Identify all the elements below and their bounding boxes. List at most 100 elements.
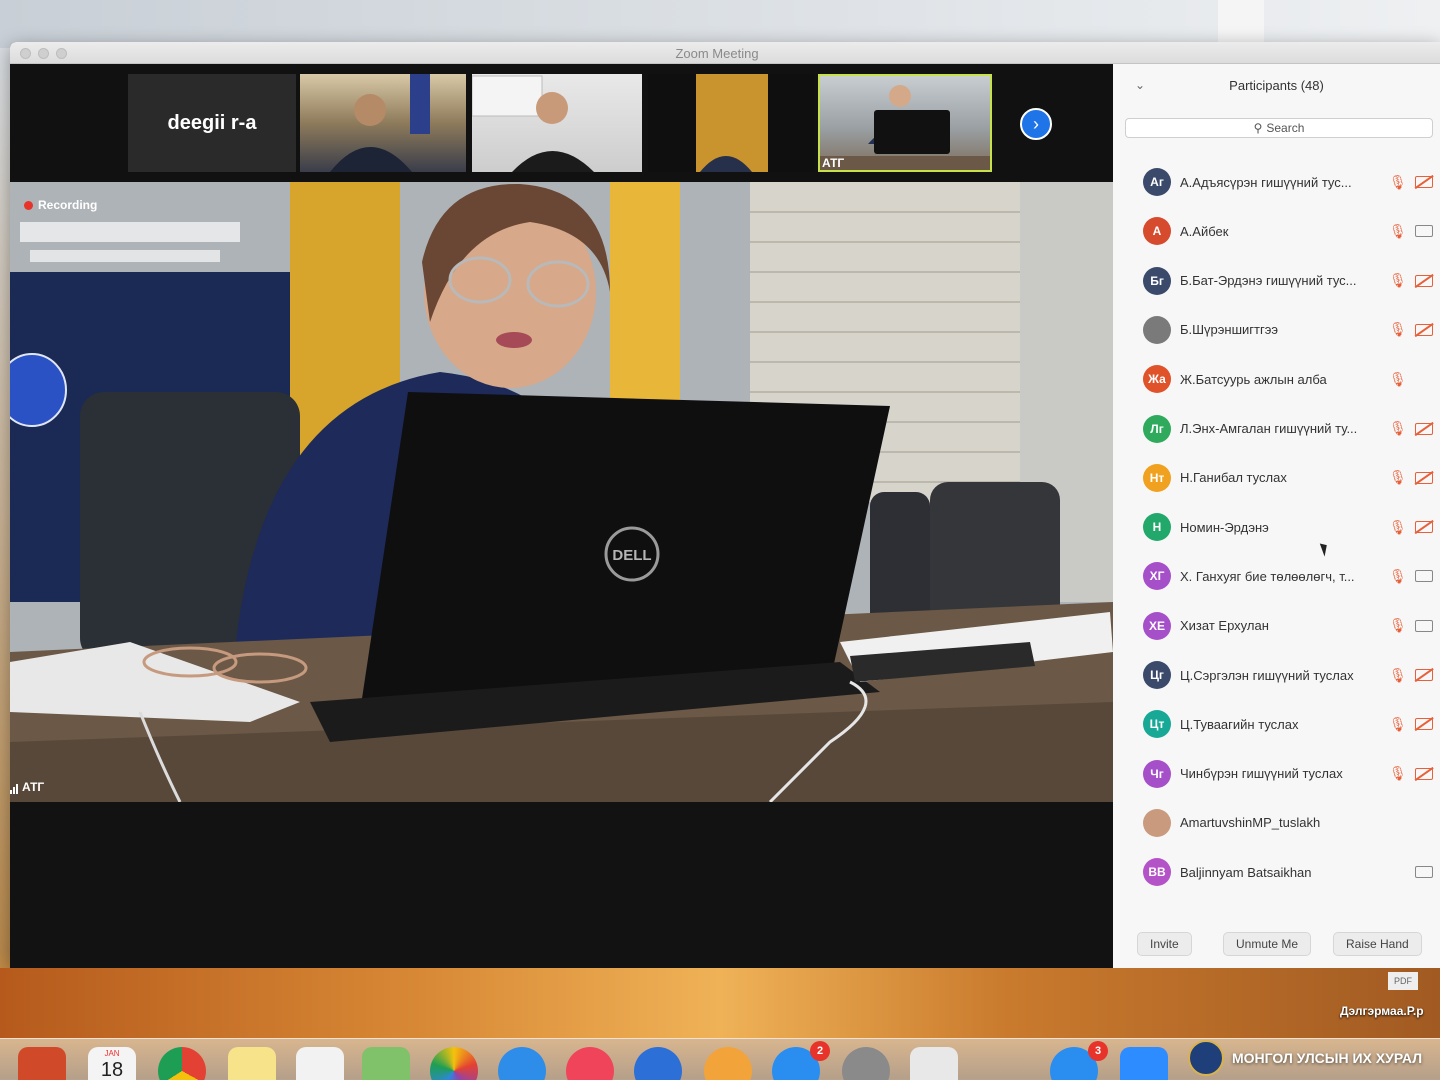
participant-row[interactable]: Аг А.Адъясүрэн гишүүний тус... 🎙	[1113, 160, 1440, 204]
speaker-label: АТГ	[22, 780, 45, 794]
notification-badge: 3	[1088, 1041, 1108, 1061]
mic-muted-icon: 🎙	[1389, 272, 1407, 289]
avatar	[1143, 315, 1171, 344]
participant-row[interactable]: ХЕ Хизат Ерхулан 🎙	[1113, 604, 1440, 648]
thumbnail-label: АТГ	[822, 156, 845, 170]
desktop-file-label[interactable]: Дэлгэрмаа.Р.р	[1340, 1004, 1424, 1018]
participant-name: Ц.Сэргэлэн гишүүний туслах	[1180, 667, 1354, 683]
avatar: Н	[1143, 513, 1171, 542]
thumbnail-video[interactable]	[472, 74, 642, 172]
participant-name: AmartuvshinMP_tuslakh	[1180, 815, 1321, 831]
books-icon[interactable]	[704, 1047, 752, 1080]
parliament-seal-icon	[1188, 1040, 1224, 1076]
desktop-paper	[1218, 0, 1264, 46]
next-page-button[interactable]: ›	[1020, 108, 1052, 140]
participant-name: Х. Ганхуяг бие төлөөлөгч, т...	[1180, 568, 1355, 584]
participant-row[interactable]: А А.Айбек 🎙	[1113, 209, 1440, 253]
app-store-icon[interactable]: 2	[772, 1041, 830, 1080]
invite-button[interactable]: Invite	[1137, 932, 1192, 956]
camera-icon	[1415, 570, 1433, 583]
main-speaker-video[interactable]: DELL Recording АТГ	[10, 182, 1113, 802]
participant-name: Б.Шүрэншигтгээ	[1180, 322, 1278, 338]
participant-name: Ц.Туваагийн туслах	[1180, 716, 1299, 732]
avatar: Аг	[1143, 168, 1171, 196]
mic-muted-icon: 🎙	[1389, 567, 1407, 584]
thumbnail-video-active[interactable]: АТГ	[818, 74, 992, 172]
avatar: Жа	[1143, 365, 1171, 394]
participant-name: Хизат Ерхулан	[1180, 618, 1269, 634]
mic-muted-icon: 🎙	[1389, 617, 1407, 634]
participant-row[interactable]: BB Baljinnyam Batsaikhan	[1113, 850, 1440, 894]
avatar: Цт	[1143, 710, 1171, 739]
mic-muted-icon: 🎙	[1389, 765, 1407, 782]
safari-icon[interactable]	[498, 1047, 546, 1080]
photos-icon[interactable]	[430, 1047, 478, 1080]
thumbnail-video[interactable]	[300, 74, 466, 172]
camera-off-icon	[1415, 521, 1433, 534]
participant-name: Б.Бат-Эрдэнэ гишүүний тус...	[1180, 273, 1357, 289]
chrome-icon[interactable]	[158, 1047, 206, 1080]
mic-muted-icon: 🎙	[1389, 222, 1407, 239]
mic-muted-icon: 🎙	[1389, 173, 1407, 190]
participant-row[interactable]: Б.Шүрэншигтгээ 🎙	[1113, 308, 1440, 352]
calendar-icon[interactable]: JAN 18	[88, 1047, 136, 1080]
participant-name: Л.Энх-Амгалан гишүүний ту...	[1180, 421, 1358, 436]
watermark: МОНГОЛ УЛСЫН ИХ ХУРАЛ	[1188, 1040, 1422, 1076]
thumbnail-name-tile[interactable]: deegii r-a	[128, 74, 296, 172]
reminders-icon[interactable]	[296, 1047, 344, 1080]
participant-row[interactable]: Нт Н.Ганибал туслах 🎙	[1113, 456, 1440, 500]
participant-row[interactable]: Жа Ж.Батсуурь ажлын алба 🎙	[1113, 357, 1440, 401]
camera-icon	[1415, 619, 1433, 632]
avatar: BB	[1143, 858, 1171, 887]
messages-icon[interactable]: 3	[1050, 1041, 1108, 1080]
participant-name: Н.Ганибал туслах	[1180, 470, 1287, 486]
participant-row[interactable]: Чг Чинбүрэн гишүүний туслах 🎙	[1113, 752, 1440, 796]
participants-header: ⌄ Participants (48)	[1113, 64, 1440, 110]
participant-name: Чинбүрэн гишүүний туслах	[1180, 766, 1343, 782]
participant-name: Baljinnyam Batsaikhan	[1180, 864, 1312, 880]
camera-icon	[1415, 866, 1433, 879]
mic-muted-icon: 🎙	[1389, 321, 1407, 338]
participant-name: А.Адъясүрэн гишүүний тус...	[1180, 174, 1352, 190]
participants-footer: Invite Unmute Me Raise Hand	[1113, 922, 1440, 968]
calculator-sigma-icon[interactable]	[634, 1047, 682, 1080]
participant-row[interactable]: Н Номин-Эрдэнэ 🎙	[1113, 505, 1440, 549]
watermark-text: МОНГОЛ УЛСЫН ИХ ХУРАЛ	[1232, 1050, 1423, 1066]
maps-icon[interactable]	[362, 1047, 410, 1080]
powerpoint-icon[interactable]	[18, 1047, 66, 1080]
title-bar[interactable]: Zoom Meeting	[10, 42, 1440, 64]
search-label: Search	[1266, 121, 1305, 135]
participants-list[interactable]: Аг А.Адъясүрэн гишүүний тус... 🎙 А А.Айбек 🎙 Б…	[1113, 142, 1440, 916]
thumbnail-video[interactable]	[648, 74, 814, 172]
participant-video	[696, 74, 768, 172]
avatar: Нт	[1143, 463, 1171, 492]
participant-row[interactable]: Цг Ц.Сэргэлэн гишүүний туслах 🎙	[1113, 653, 1440, 697]
participant-name: Ж.Батсуурь ажлын алба	[1180, 371, 1327, 387]
system-preferences-icon[interactable]	[842, 1047, 890, 1080]
participant-row[interactable]: Бг Б.Бат-Эрдэнэ гишүүний тус... 🎙	[1113, 259, 1440, 303]
signal-strength-icon	[10, 784, 18, 794]
spreadsheet-icon[interactable]	[910, 1047, 958, 1080]
participant-row[interactable]: Цт Ц.Туваагийн туслах 🎙	[1113, 702, 1440, 746]
avatar: Бг	[1143, 266, 1171, 295]
desktop-background-bottom	[0, 968, 1440, 1038]
mic-muted-icon: 🎙	[1389, 420, 1407, 436]
participant-row[interactable]: Лг Л.Энх-Амгалан гишүүний ту... 🎙	[1113, 407, 1440, 451]
participant-row[interactable]: ХГ Х. Ганхуяг бие төлөөлөгч, т... 🎙	[1113, 554, 1440, 598]
unmute-me-button[interactable]: Unmute Me	[1223, 932, 1312, 956]
participant-video	[472, 75, 594, 172]
zoom-window: Zoom Meeting deegii r-a АТГ › DELL Recor…	[10, 42, 1440, 968]
speaker-name-tag: АТГ	[10, 780, 44, 794]
participants-search[interactable]: ⚲ Search	[1125, 118, 1433, 138]
avatar: А	[1143, 217, 1171, 246]
pdf-file-icon[interactable]: PDF	[1388, 972, 1418, 990]
zoom-icon[interactable]	[1120, 1047, 1168, 1080]
raise-hand-button[interactable]: Raise Hand	[1333, 932, 1422, 956]
camera-off-icon	[1415, 471, 1433, 484]
music-icon[interactable]	[566, 1047, 614, 1080]
avatar: Цг	[1143, 661, 1171, 689]
participant-row[interactable]: AmartuvshinMP_tuslakh	[1113, 801, 1440, 845]
mic-muted-icon: 🎙	[1389, 518, 1407, 535]
camera-off-icon	[1415, 718, 1433, 731]
notes-icon[interactable]	[228, 1047, 276, 1080]
